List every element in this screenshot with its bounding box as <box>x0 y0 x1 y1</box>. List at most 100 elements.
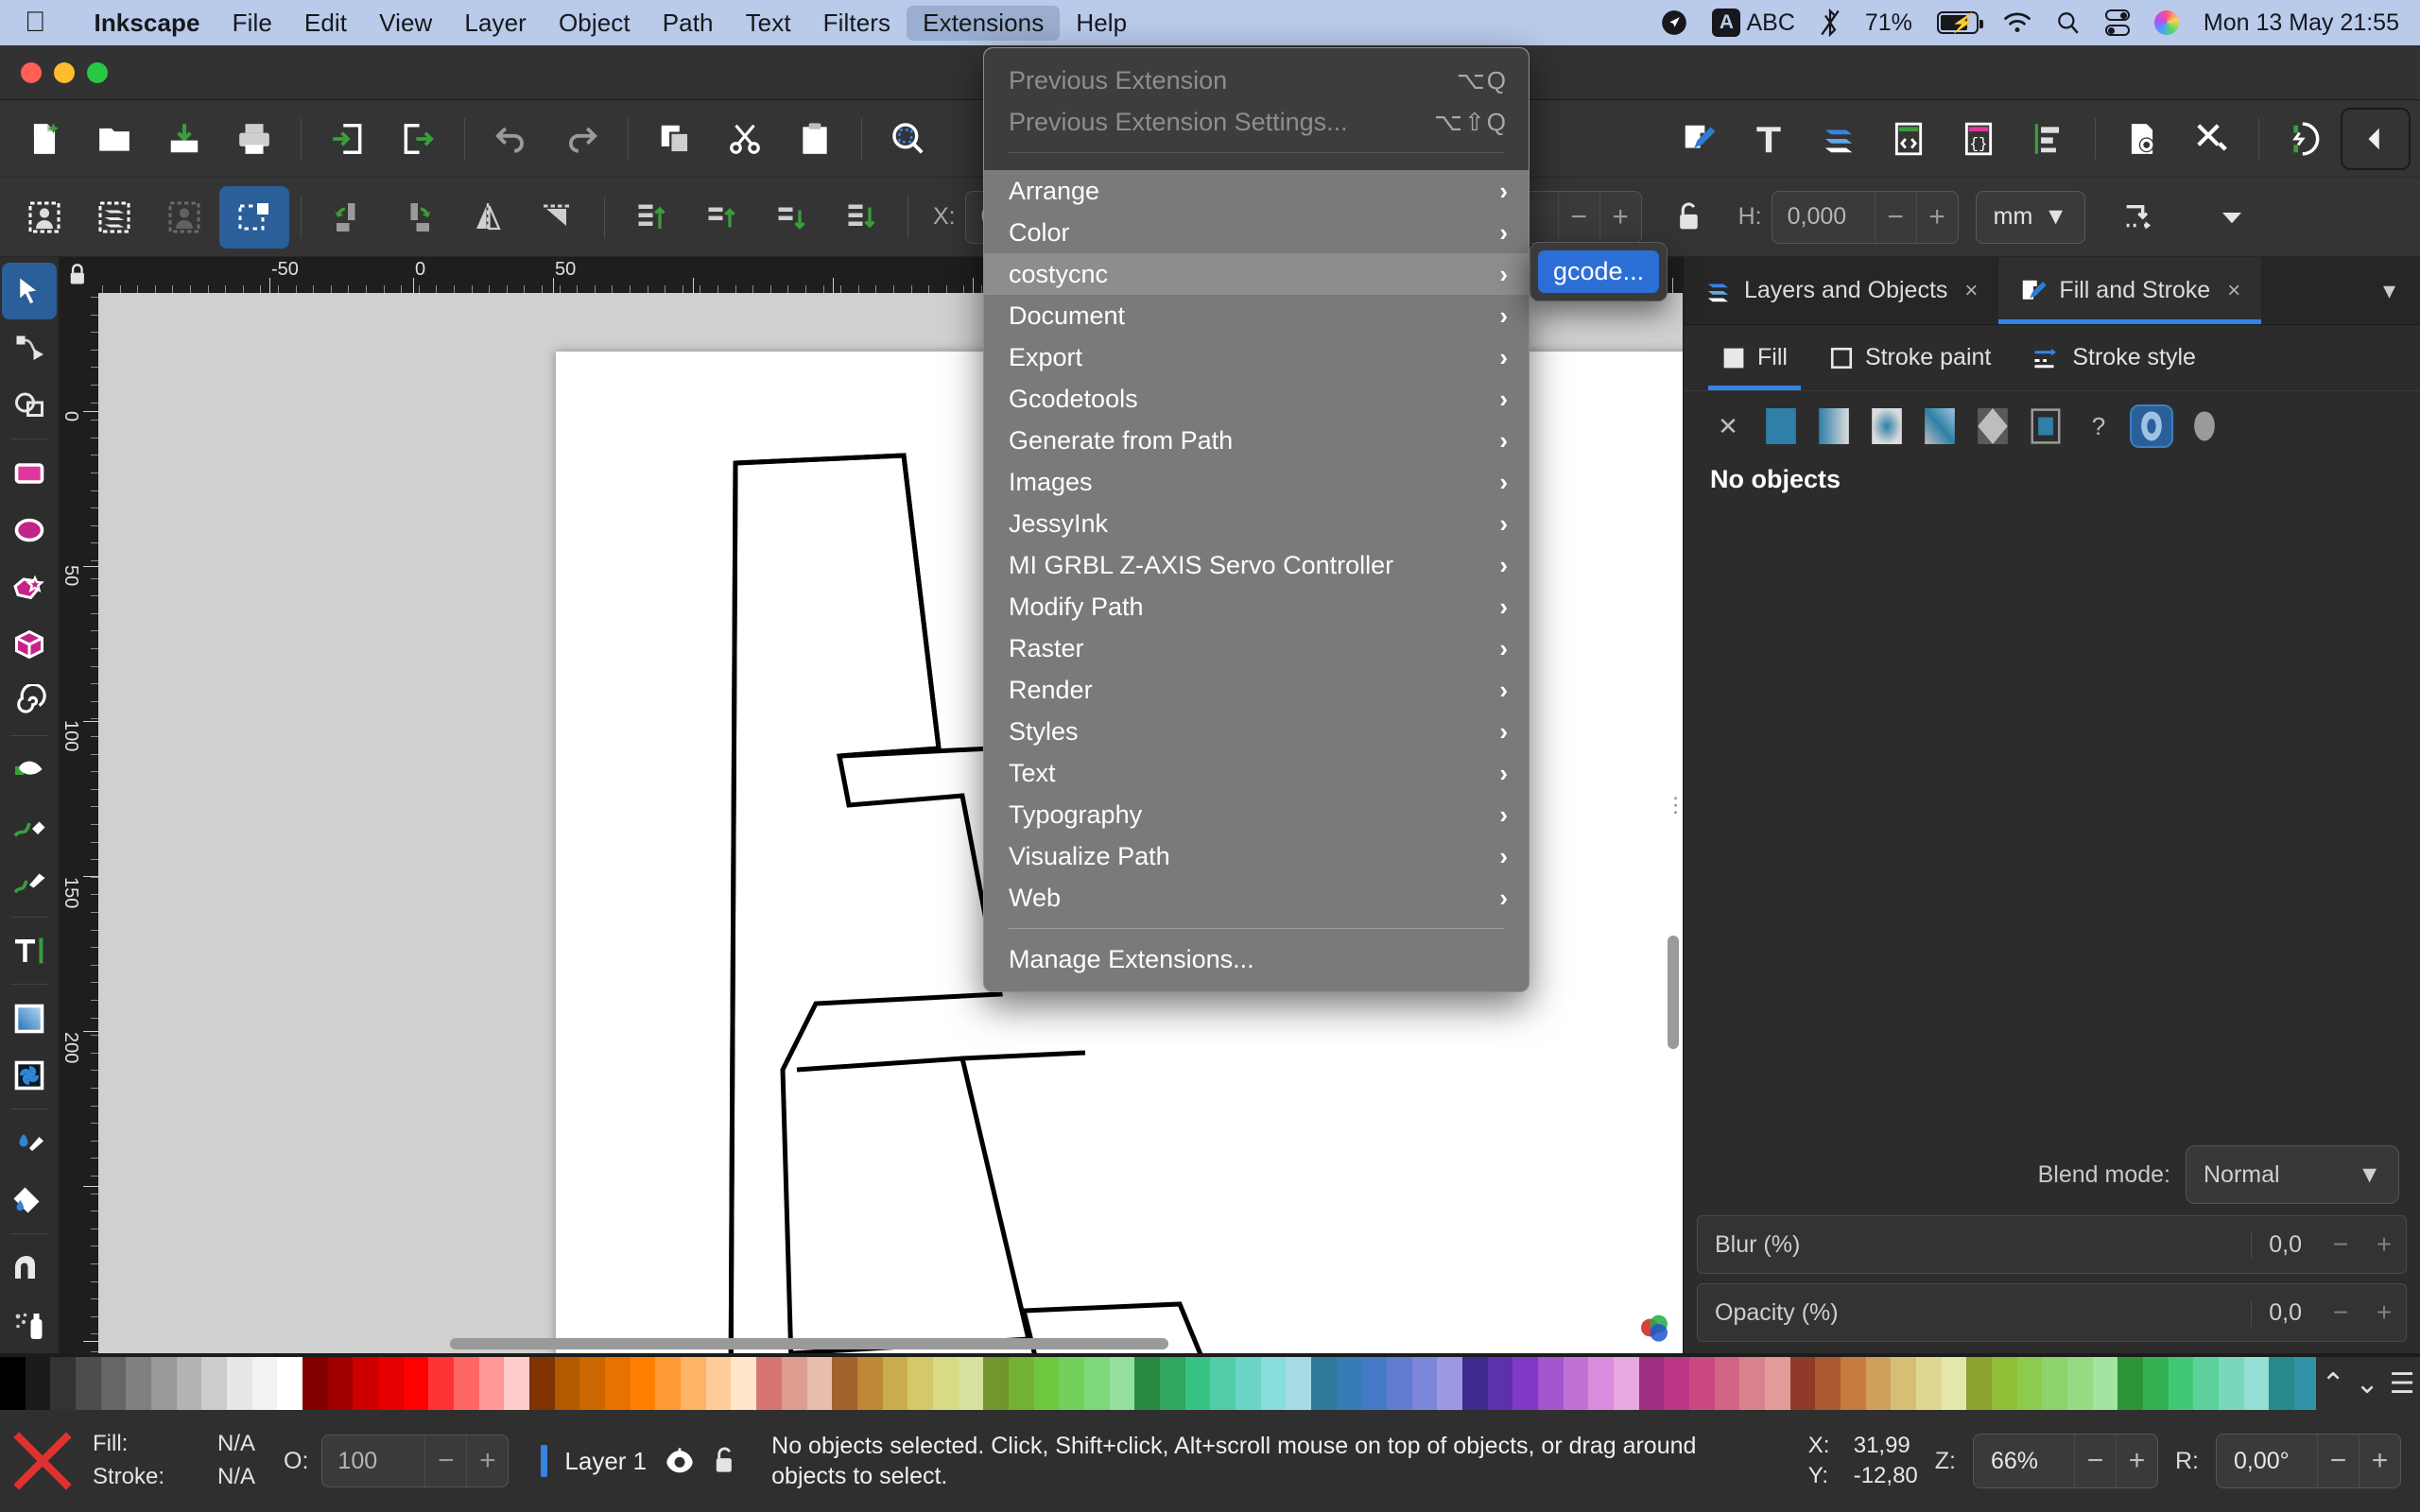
palette-swatch[interactable] <box>1891 1357 1917 1410</box>
palette-swatch[interactable] <box>353 1357 379 1410</box>
copy-button[interactable] <box>640 108 710 170</box>
lock-aspect-ratio-button[interactable] <box>1655 186 1725 249</box>
pencil-tool[interactable] <box>2 798 57 854</box>
tab-fill[interactable]: Fill <box>1701 325 1808 390</box>
rotate-ccw-button[interactable] <box>313 186 383 249</box>
mesh-gradient-tool[interactable] <box>2 1047 57 1104</box>
layer-indicator[interactable]: Layer 1 <box>541 1445 739 1477</box>
palette-swatch[interactable] <box>403 1357 429 1410</box>
palette-swatch[interactable] <box>2143 1357 2169 1410</box>
menu-item-manage-extensions[interactable]: Manage Extensions... <box>984 938 1529 980</box>
menu-item-export[interactable]: Export › <box>984 336 1529 378</box>
palette-swatch[interactable] <box>1461 1357 1488 1410</box>
menu-item-visualize-path[interactable]: Visualize Path › <box>984 835 1529 877</box>
print-button[interactable] <box>219 108 289 170</box>
palette-swatch[interactable] <box>504 1357 530 1410</box>
star-polygon-tool[interactable] <box>2 558 57 615</box>
blur-slider[interactable]: Blur (%) 0,0 − + <box>1697 1215 2407 1274</box>
palette-swatch[interactable] <box>731 1357 757 1410</box>
menubar-app-name[interactable]: Inkscape <box>78 6 216 41</box>
palette-swatch[interactable] <box>856 1357 883 1410</box>
menu-item-styles[interactable]: Styles › <box>984 711 1529 752</box>
menu-item-color[interactable]: Color › <box>984 212 1529 253</box>
menubar-clock[interactable]: Mon 13 May 21:55 <box>2204 9 2399 37</box>
palette-swatch[interactable] <box>1361 1357 1387 1410</box>
ruler-lock-button[interactable] <box>59 257 98 293</box>
palette-swatch[interactable] <box>806 1357 833 1410</box>
eye-icon[interactable] <box>664 1447 696 1475</box>
siri-icon[interactable] <box>2153 10 2179 35</box>
palette-swatch[interactable] <box>1487 1357 1513 1410</box>
palette-swatch[interactable] <box>227 1357 252 1410</box>
palette-swatch[interactable] <box>1210 1357 1236 1410</box>
palette-swatch[interactable] <box>908 1357 933 1410</box>
tab-stroke-style[interactable]: Stroke style <box>2012 325 2217 390</box>
palette-swatch[interactable] <box>958 1357 984 1410</box>
h-field-stepper[interactable]: − + <box>1874 191 1958 243</box>
rotate-minus-button[interactable]: − <box>2317 1435 2359 1487</box>
search-icon[interactable] <box>2056 10 2081 35</box>
flat-color-button[interactable] <box>1761 406 1801 446</box>
box3d-tool[interactable] <box>2 616 57 673</box>
h-minus-button[interactable]: − <box>1874 191 1916 243</box>
palette-swatch[interactable] <box>1941 1357 1967 1410</box>
palette-swatch[interactable] <box>1059 1357 1084 1410</box>
palette-swatch[interactable] <box>1336 1357 1362 1410</box>
palette-swatch[interactable] <box>1437 1357 1462 1410</box>
input-source[interactable]: A ABC <box>1712 9 1795 37</box>
menubar-item-view[interactable]: View <box>363 6 448 41</box>
opacity-field[interactable]: 100 − + <box>321 1435 510 1487</box>
h-plus-button[interactable]: + <box>1915 191 1958 243</box>
w-field-stepper[interactable]: − + <box>1557 191 1641 243</box>
menu-item-generate-from-path[interactable]: Generate from Path › <box>984 420 1529 461</box>
hamburger-icon[interactable]: ☰ <box>2390 1367 2415 1400</box>
minimize-button[interactable] <box>54 61 75 83</box>
palette-swatch[interactable] <box>2042 1357 2068 1410</box>
palette-swatch[interactable] <box>2243 1357 2270 1410</box>
dock-chevron-down-icon[interactable]: ▾ <box>2359 257 2420 324</box>
palette-swatch[interactable] <box>1286 1357 1311 1410</box>
palette-swatch[interactable] <box>681 1357 706 1410</box>
palette-swatch[interactable] <box>1789 1357 1816 1410</box>
zoom-button[interactable] <box>87 61 108 83</box>
palette-swatch[interactable] <box>1992 1357 2017 1410</box>
fill-stroke-indicator[interactable] <box>8 1426 78 1496</box>
pattern-button[interactable] <box>1973 406 2013 446</box>
swatch-button[interactable] <box>2026 406 2066 446</box>
menu-item-document[interactable]: Document › <box>984 295 1529 336</box>
palette-swatch[interactable] <box>151 1357 177 1410</box>
selector-tool[interactable] <box>2 263 57 320</box>
select-all-button[interactable] <box>9 186 79 249</box>
fill-rule-evenodd-button[interactable] <box>2130 404 2173 448</box>
preferences-button[interactable] <box>2177 108 2247 170</box>
menubar-item-file[interactable]: File <box>216 6 288 41</box>
palette-swatch[interactable] <box>1841 1357 1866 1410</box>
palette-swatch[interactable] <box>605 1357 631 1410</box>
vertical-ruler[interactable]: 0 50 100 150 200 <box>59 293 98 1353</box>
deselect-button[interactable] <box>149 186 219 249</box>
palette-swatch[interactable] <box>882 1357 908 1410</box>
w-plus-button[interactable]: + <box>1599 191 1641 243</box>
horizontal-scrollbar[interactable] <box>138 1338 1569 1351</box>
palette-swatch[interactable] <box>126 1357 152 1410</box>
no-paint-button[interactable]: ✕ <box>1708 406 1748 446</box>
import-button[interactable] <box>313 108 383 170</box>
opacity-plus-button[interactable]: + <box>466 1435 508 1486</box>
palette-swatch[interactable] <box>781 1357 807 1410</box>
rotate-plus-button[interactable]: + <box>2359 1435 2400 1487</box>
menubar-item-extensions[interactable]: Extensions <box>907 5 1061 41</box>
fill-and-stroke-button[interactable] <box>1664 108 1734 170</box>
palette-swatch[interactable] <box>529 1357 555 1410</box>
dropper-tool[interactable] <box>2 1114 57 1171</box>
palette-swatch[interactable] <box>2092 1357 2118 1410</box>
menubar-item-help[interactable]: Help <box>1060 6 1143 41</box>
palette-swatch[interactable] <box>756 1357 782 1410</box>
zoom-field[interactable]: 66% − + <box>1973 1434 2158 1488</box>
palette-swatch[interactable] <box>2118 1357 2144 1410</box>
tweak-tool[interactable] <box>2 1239 57 1296</box>
palette-swatch[interactable] <box>1260 1357 1287 1410</box>
palette-swatch[interactable] <box>1664 1357 1690 1410</box>
menu-item-images[interactable]: Images › <box>984 461 1529 503</box>
palette-swatch[interactable] <box>1537 1357 1564 1410</box>
lower-button[interactable] <box>756 186 826 249</box>
